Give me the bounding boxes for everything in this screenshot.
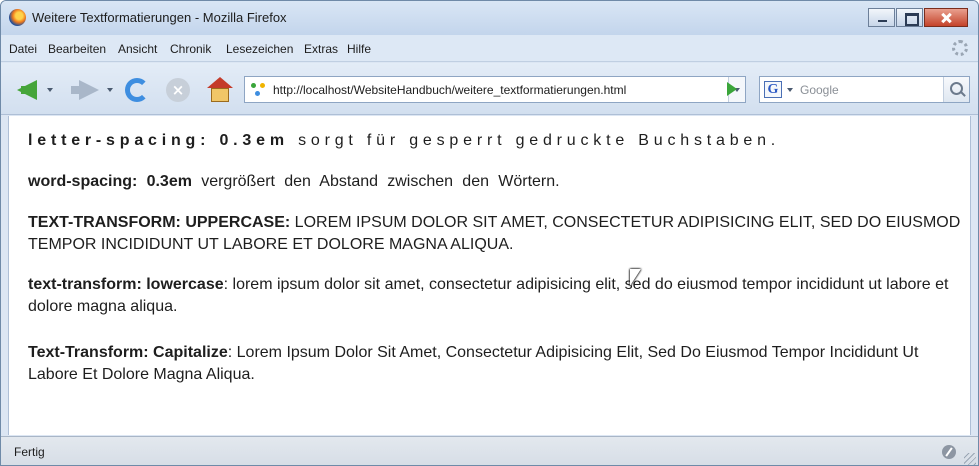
search-bar[interactable]: G Google xyxy=(759,76,970,103)
uppercase-property: TEXT-TRANSFORM: UPPERCASE: xyxy=(28,214,291,231)
menu-extras[interactable]: Extras xyxy=(304,42,338,56)
close-button[interactable] xyxy=(924,8,968,27)
mouse-cursor-icon xyxy=(630,269,641,286)
back-arrow-icon[interactable] xyxy=(17,80,37,100)
home-body xyxy=(211,88,229,102)
window-controls xyxy=(867,8,968,27)
search-engine-dropdown[interactable] xyxy=(787,88,793,92)
window-title: Weitere Textformatierungen - Mozilla Fir… xyxy=(32,10,287,25)
letter-spacing-paragraph: letter-spacing: 0.3em sorgt für gesperrt… xyxy=(28,130,963,152)
url-text[interactable]: http://localhost/WebsiteHandbuch/weitere… xyxy=(273,83,626,97)
search-engine-icon[interactable]: G xyxy=(764,81,782,98)
throbber-icon xyxy=(952,40,968,56)
go-arrow-icon[interactable] xyxy=(727,82,737,96)
lowercase-paragraph: text-transform: lowercase: lorem ipsum d… xyxy=(28,274,963,318)
url-bar[interactable]: http://localhost/WebsiteHandbuch/weitere… xyxy=(244,76,746,103)
menu-ansicht[interactable]: Ansicht xyxy=(118,42,157,56)
home-roof xyxy=(207,77,233,88)
forward-arrow-icon[interactable] xyxy=(71,80,99,100)
status-text: Fertig xyxy=(14,445,45,459)
capitalize-paragraph: Text-transform: Capitalize: Lorem Ipsum … xyxy=(28,342,963,386)
stop-icon[interactable]: × xyxy=(166,78,190,102)
browser-window: Weitere Textformatierungen - Mozilla Fir… xyxy=(0,0,979,466)
firefox-icon xyxy=(9,9,26,26)
word-spacing-paragraph: word-spacing: 0.3em vergrößert den Absta… xyxy=(28,171,963,193)
resize-grip[interactable] xyxy=(964,453,976,465)
home-icon[interactable] xyxy=(207,77,233,103)
word-spacing-property: word-spacing: 0.3em xyxy=(28,173,192,190)
title-bar: Weitere Textformatierungen - Mozilla Fir… xyxy=(1,1,978,35)
menu-lesezeichen[interactable]: Lesezeichen xyxy=(226,42,293,56)
lowercase-property: text-transform: lowercase xyxy=(28,276,224,293)
letter-spacing-text: sorgt für gesperrt gedruckte Buchstaben. xyxy=(288,132,781,149)
letter-spacing-property: letter-spacing: 0.3em xyxy=(28,132,289,149)
uppercase-paragraph: TEXT-TRANSFORM: UPPERCASE: LOREM IPSUM D… xyxy=(28,212,963,256)
navigation-toolbar: × http://localhost/WebsiteHandbuch/weite… xyxy=(1,63,978,115)
menu-bar: Datei Bearbeiten Ansicht Chronik Lesezei… xyxy=(1,35,978,62)
maximize-button[interactable] xyxy=(896,8,923,27)
site-favicon-icon xyxy=(251,83,267,97)
menu-hilfe[interactable]: Hilfe xyxy=(347,42,371,56)
reload-icon[interactable] xyxy=(125,78,149,102)
forward-history-dropdown[interactable] xyxy=(107,88,113,92)
minimize-button[interactable] xyxy=(868,8,895,27)
capitalize-property: Text-transform: Capitalize xyxy=(28,344,228,361)
menu-bearbeiten[interactable]: Bearbeiten xyxy=(48,42,106,56)
status-indicator-icon xyxy=(942,445,956,459)
menu-datei[interactable]: Datei xyxy=(9,42,37,56)
status-bar: Fertig xyxy=(1,436,978,465)
search-input[interactable]: Google xyxy=(800,83,839,97)
page-content: letter-spacing: 0.3em sorgt für gesperrt… xyxy=(8,116,971,435)
back-history-dropdown[interactable] xyxy=(47,88,53,92)
search-icon[interactable] xyxy=(943,77,969,102)
word-spacing-text: vergrößert den Abstand zwischen den Wört… xyxy=(191,173,560,190)
menu-chronik[interactable]: Chronik xyxy=(170,42,211,56)
